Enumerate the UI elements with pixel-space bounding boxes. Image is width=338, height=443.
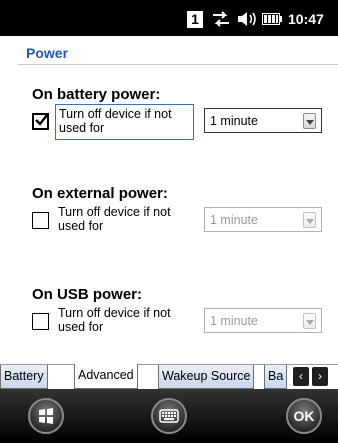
page-title: Power bbox=[26, 45, 69, 61]
sync-arrows-icon[interactable] bbox=[211, 10, 231, 28]
settings-body: On battery power: Turn off device if not… bbox=[0, 66, 338, 364]
checkmark-icon bbox=[35, 114, 48, 126]
battery-timeout-dropdown[interactable]: 1 minute bbox=[204, 108, 322, 133]
tab-scroll-right-button[interactable]: › bbox=[312, 367, 328, 386]
dropdown-value: 1 minute bbox=[210, 114, 258, 128]
start-button[interactable] bbox=[28, 398, 64, 434]
dropdown-value: 1 minute bbox=[210, 314, 258, 328]
chevron-down-icon[interactable] bbox=[303, 113, 316, 129]
usb-timeout-dropdown: 1 minute bbox=[204, 308, 322, 333]
ok-button[interactable]: OK bbox=[286, 398, 322, 434]
speaker-icon[interactable] bbox=[236, 10, 258, 28]
title-divider bbox=[18, 64, 338, 65]
keyboard-icon bbox=[159, 409, 179, 423]
tab-wakeup-source[interactable]: Wakeup Source bbox=[158, 365, 255, 389]
keyboard-button[interactable] bbox=[151, 398, 187, 434]
status-bar: 1 10:47 bbox=[0, 0, 338, 36]
battery-turn-off-checkbox[interactable] bbox=[32, 113, 49, 130]
usb-turn-off-checkbox[interactable] bbox=[32, 313, 49, 330]
bottom-command-bar: OK bbox=[0, 389, 338, 443]
tab-advanced[interactable]: Advanced bbox=[74, 364, 138, 389]
checkbox-label[interactable]: Turn off device if not used for bbox=[55, 104, 194, 140]
external-turn-off-checkbox[interactable] bbox=[32, 212, 49, 229]
section-heading: On external power: bbox=[32, 185, 168, 202]
chevron-down-icon bbox=[303, 313, 316, 329]
checkbox-label[interactable]: Turn off device if not used for bbox=[55, 203, 194, 239]
dropdown-value: 1 minute bbox=[210, 213, 258, 227]
tab-ba[interactable]: Ba bbox=[264, 365, 288, 389]
battery-icon[interactable] bbox=[262, 13, 282, 25]
clock[interactable]: 10:47 bbox=[288, 11, 324, 27]
external-timeout-dropdown: 1 minute bbox=[204, 207, 322, 232]
tab-strip: Battery Advanced Wakeup Source Ba ‹ › bbox=[0, 364, 338, 389]
chevron-down-icon bbox=[303, 212, 316, 228]
tab-battery[interactable]: Battery bbox=[0, 365, 48, 389]
tab-scroll-left-button[interactable]: ‹ bbox=[293, 367, 309, 386]
windows-start-icon bbox=[39, 408, 53, 424]
section-heading: On USB power: bbox=[32, 286, 143, 303]
section-heading: On battery power: bbox=[32, 86, 161, 103]
checkbox-label[interactable]: Turn off device if not used for bbox=[55, 304, 194, 340]
notification-count[interactable]: 1 bbox=[187, 11, 203, 28]
